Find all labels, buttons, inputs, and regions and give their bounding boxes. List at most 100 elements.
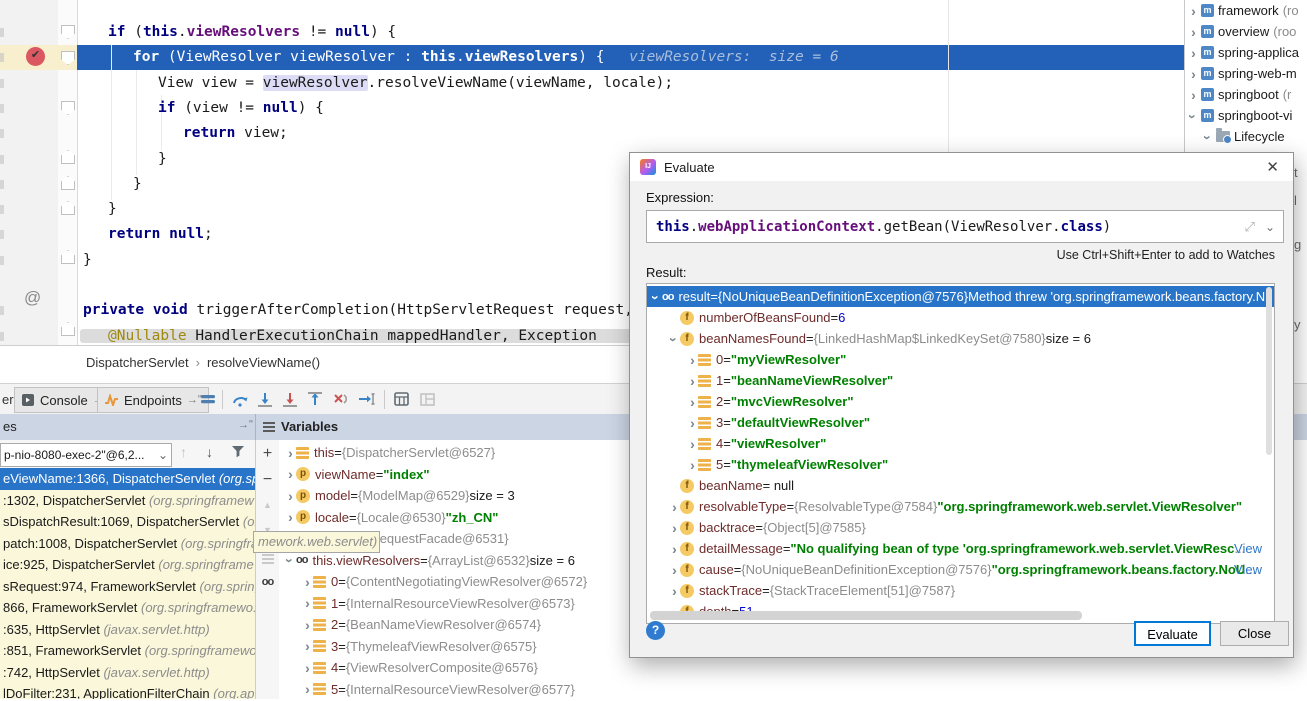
chevron-down-icon[interactable]: ⌄ xyxy=(1265,220,1275,234)
chevron-right-icon[interactable]: › xyxy=(669,583,680,599)
result-row[interactable]: ›4 = "viewResolver" xyxy=(647,433,1274,454)
result-row[interactable]: ›0 = "myViewResolver" xyxy=(647,349,1274,370)
force-step-into-icon[interactable] xyxy=(281,390,299,408)
code-line[interactable]: for (ViewResolver viewResolver : this.vi… xyxy=(133,45,839,70)
stack-frame-row[interactable]: patch:1008, DispatcherServlet (org.sprin… xyxy=(0,533,255,555)
result-vertical-scrollbar[interactable] xyxy=(1266,287,1272,455)
result-row[interactable]: ›1 = "beanNameViewResolver" xyxy=(647,370,1274,391)
step-into-icon[interactable] xyxy=(256,390,274,408)
code-line[interactable]: if (view != null) { xyxy=(158,96,324,121)
view-link[interactable]: View xyxy=(1234,562,1262,577)
result-row[interactable]: ›fstackTrace = {StackTraceElement[51]@75… xyxy=(647,580,1274,601)
result-row[interactable]: fbeanName = null xyxy=(647,475,1274,496)
chevron-right-icon[interactable]: › xyxy=(302,595,313,611)
chevron-right-icon[interactable]: › xyxy=(669,562,680,578)
chevron-right-icon[interactable]: › xyxy=(1188,45,1199,61)
stack-frame-row[interactable]: eViewName:1366, DispatcherServlet (org.s… xyxy=(0,468,255,490)
stack-frame-row[interactable]: :742, HttpServlet (javax.servlet.http) xyxy=(0,662,255,684)
dialog-titlebar[interactable]: IJ Evaluate ✕ xyxy=(630,153,1293,181)
tab-endpoints[interactable]: Endpoints →ʺ xyxy=(97,387,209,413)
stack-frame-row[interactable]: :635, HttpServlet (javax.servlet.http) xyxy=(0,619,255,641)
stack-frame-row[interactable]: sDispatchResult:1069, DispatcherServlet … xyxy=(0,511,255,533)
breadcrumb-method[interactable]: resolveViewName() xyxy=(207,355,320,370)
result-row[interactable]: fnumberOfBeansFound = 6 xyxy=(647,307,1274,328)
result-row[interactable]: ›5 = "thymeleafViewResolver" xyxy=(647,454,1274,475)
code-line[interactable]: } xyxy=(108,197,117,222)
result-row[interactable]: ›fresolvableType = {ResolvableType@7584}… xyxy=(647,496,1274,517)
chevron-right-icon[interactable]: › xyxy=(687,436,698,452)
evaluate-expression-icon[interactable] xyxy=(392,390,410,408)
view-link[interactable]: View xyxy=(1234,541,1262,556)
run-to-cursor-icon[interactable] xyxy=(357,390,375,408)
pin-icon[interactable]: →ʺ xyxy=(238,419,253,431)
remove-watch-icon[interactable]: − xyxy=(256,471,279,489)
close-button[interactable]: Close xyxy=(1220,621,1289,646)
chevron-right-icon[interactable]: › xyxy=(285,509,296,525)
code-line[interactable]: } xyxy=(133,172,142,197)
chevron-right-icon[interactable]: › xyxy=(302,660,313,676)
stack-frame-row[interactable]: lDoFilter:231, ApplicationFilterChain (o… xyxy=(0,683,255,699)
chevron-down-icon[interactable]: › xyxy=(1200,132,1216,143)
breakpoint-verified-icon[interactable]: ✔ xyxy=(26,47,45,66)
frames-list[interactable]: eViewName:1366, DispatcherServlet (org.s… xyxy=(0,468,255,699)
chevron-right-icon[interactable]: › xyxy=(302,638,313,654)
variable-row[interactable]: ›4 = {ViewResolverComposite@6576} xyxy=(279,657,1307,679)
show-execution-point-icon[interactable] xyxy=(199,390,217,408)
chevron-right-icon[interactable]: › xyxy=(669,499,680,515)
chevron-right-icon[interactable]: › xyxy=(302,681,313,697)
stack-frame-row[interactable]: sRequest:974, FrameworkServlet (org.spri… xyxy=(0,576,255,598)
code-line[interactable]: return view; xyxy=(183,121,288,146)
chevron-down-icon[interactable]: › xyxy=(1185,111,1201,122)
move-up-icon[interactable]: ▲ xyxy=(256,500,279,510)
filter-icon[interactable] xyxy=(231,444,245,461)
stack-frame-row[interactable]: ice:925, DispatcherServlet (org.springfr… xyxy=(0,554,255,576)
chevron-right-icon[interactable]: › xyxy=(302,574,313,590)
result-row[interactable]: ›3 = "defaultViewResolver" xyxy=(647,412,1274,433)
stack-frame-row[interactable]: :851, FrameworkServlet (org.springframew… xyxy=(0,640,255,662)
chevron-right-icon[interactable]: › xyxy=(1188,24,1199,40)
maven-module-item[interactable]: ›mframework(ro xyxy=(1185,0,1307,21)
result-row[interactable]: ›fcause = {NoUniqueBeanDefinitionExcepti… xyxy=(647,559,1274,580)
chevron-right-icon[interactable]: › xyxy=(1188,66,1199,82)
result-row[interactable]: ›fbacktrace = {Object[5]@7585} xyxy=(647,517,1274,538)
help-icon[interactable]: ? xyxy=(646,621,665,640)
chevron-right-icon[interactable]: › xyxy=(1188,87,1199,103)
tab-debugger-fragment[interactable]: er xyxy=(2,392,14,407)
code-line[interactable]: return null; xyxy=(108,222,213,247)
step-out-icon[interactable] xyxy=(306,390,324,408)
thread-selector[interactable]: p-nio-8080-exec-2"@6,2... ⌄ xyxy=(0,443,172,467)
code-line[interactable]: View view = viewResolver.resolveViewName… xyxy=(158,71,673,96)
stack-frame-row[interactable]: 866, FrameworkServlet (org.springframewo… xyxy=(0,597,255,619)
chevron-down-icon[interactable]: › xyxy=(666,334,682,345)
chevron-right-icon[interactable]: › xyxy=(285,488,296,504)
close-icon[interactable]: ✕ xyxy=(1252,158,1293,176)
result-row[interactable]: ›fbeanNamesFound = {LinkedHashMap$Linked… xyxy=(647,328,1274,349)
result-tree[interactable]: ›ooresult = {NoUniqueBeanDefinitionExcep… xyxy=(646,283,1275,624)
expression-input[interactable]: this.webApplicationContext.getBean(ViewR… xyxy=(646,210,1284,243)
add-watch-icon[interactable]: + xyxy=(256,445,279,463)
frame-up-icon[interactable]: ↑ xyxy=(180,444,187,460)
chevron-right-icon[interactable]: › xyxy=(687,394,698,410)
chevron-right-icon[interactable]: › xyxy=(302,617,313,633)
code-line[interactable]: if (this.viewResolvers != null) { xyxy=(108,20,396,45)
code-line[interactable]: private void triggerAfterCompletion(Http… xyxy=(83,298,659,323)
chevron-right-icon[interactable]: › xyxy=(285,466,296,482)
frame-down-icon[interactable]: ↓ xyxy=(206,444,213,460)
result-row[interactable]: ›2 = "mvcViewResolver" xyxy=(647,391,1274,412)
chevron-right-icon[interactable]: › xyxy=(687,352,698,368)
stack-frame-row[interactable]: :1302, DispatcherServlet (org.springfram… xyxy=(0,490,255,512)
breadcrumb-class[interactable]: DispatcherServlet xyxy=(86,355,189,370)
step-over-icon[interactable] xyxy=(231,390,249,408)
chevron-right-icon[interactable]: › xyxy=(687,373,698,389)
maven-module-item[interactable]: ›mspringboot(r xyxy=(1185,84,1307,105)
result-row[interactable]: ›fdetailMessage = "No qualifying bean of… xyxy=(647,538,1274,559)
chevron-down-icon[interactable]: › xyxy=(648,292,664,303)
show-watches-icon[interactable]: oo xyxy=(256,576,279,588)
code-line[interactable]: @Nullable HandlerExecutionChain mappedHa… xyxy=(108,324,606,346)
chevron-right-icon[interactable]: › xyxy=(285,445,296,461)
maven-module-item[interactable]: ›mspring-web-m xyxy=(1185,63,1307,84)
drop-frame-icon[interactable] xyxy=(331,390,349,408)
result-horizontal-scrollbar[interactable] xyxy=(650,611,1082,620)
maven-module-item[interactable]: ›moverview(roo xyxy=(1185,21,1307,42)
code-line[interactable]: } xyxy=(83,248,92,273)
